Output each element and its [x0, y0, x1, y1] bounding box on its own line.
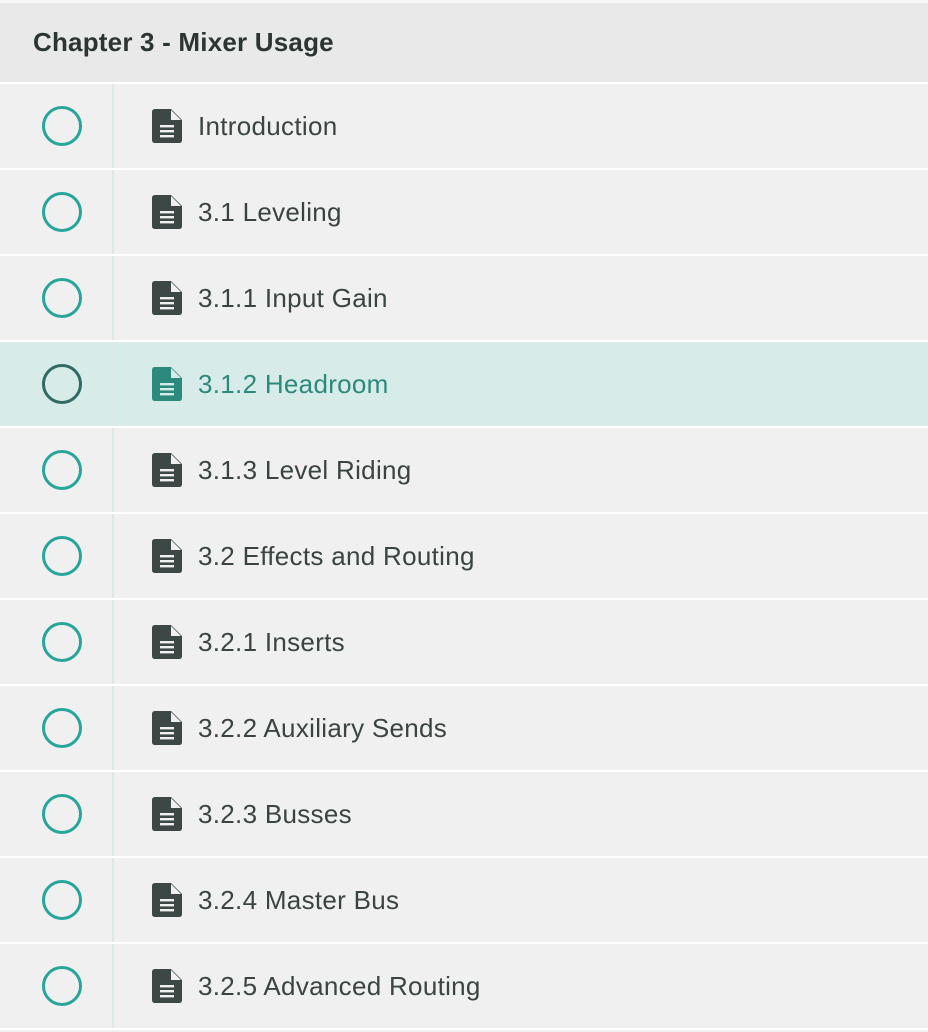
completion-toggle[interactable]: [42, 794, 82, 834]
lecture-title: 3.1.2 Headroom: [198, 368, 389, 399]
lecture-link[interactable]: Introduction: [114, 84, 337, 168]
lecture-item-0[interactable]: Introduction: [0, 84, 928, 170]
document-icon: [152, 711, 182, 745]
lecture-title: 3.2.1 Inserts: [198, 626, 345, 657]
lecture-link[interactable]: 3.2.4 Master Bus: [114, 858, 399, 942]
lecture-link[interactable]: 3.1.2 Headroom: [114, 342, 389, 426]
lecture-title: Introduction: [198, 110, 338, 141]
lecture-link[interactable]: 3.2.3 Busses: [114, 772, 352, 856]
completion-toggle[interactable]: [42, 536, 82, 576]
lecture-item-10[interactable]: 3.2.5 Advanced Routing: [0, 944, 928, 1030]
completion-toggle[interactable]: [42, 708, 82, 748]
status-cell: [0, 256, 114, 340]
status-cell: [0, 772, 114, 856]
completion-toggle[interactable]: [42, 450, 82, 490]
lecture-item-4[interactable]: 3.1.3 Level Riding: [0, 428, 928, 514]
lecture-list: Introduction 3.1 Leveling 3.1.1 Input Ga…: [0, 84, 928, 1030]
completion-toggle[interactable]: [42, 106, 82, 146]
status-cell: [0, 514, 114, 598]
status-cell: [0, 944, 114, 1028]
document-icon: [152, 883, 182, 917]
chapter-title: Chapter 3 - Mixer Usage: [33, 27, 334, 57]
completion-toggle[interactable]: [42, 364, 82, 404]
lecture-title: 3.1.3 Level Riding: [198, 454, 412, 485]
document-icon: [152, 625, 182, 659]
completion-toggle[interactable]: [42, 966, 82, 1006]
document-icon: [152, 195, 182, 229]
course-section-panel: Chapter 3 - Mixer Usage Introduction 3.1…: [0, 0, 928, 1032]
document-icon: [152, 969, 182, 1003]
document-icon: [152, 281, 182, 315]
lecture-title: 3.1 Leveling: [198, 196, 342, 227]
lecture-item-7[interactable]: 3.2.2 Auxiliary Sends: [0, 686, 928, 772]
lecture-item-9[interactable]: 3.2.4 Master Bus: [0, 858, 928, 944]
lecture-item-2[interactable]: 3.1.1 Input Gain: [0, 256, 928, 342]
lecture-item-5[interactable]: 3.2 Effects and Routing: [0, 514, 928, 600]
lecture-link[interactable]: 3.1.3 Level Riding: [114, 428, 412, 512]
status-cell: [0, 342, 114, 426]
lecture-item-6[interactable]: 3.2.1 Inserts: [0, 600, 928, 686]
lecture-item-1[interactable]: 3.1 Leveling: [0, 170, 928, 256]
lecture-item-8[interactable]: 3.2.3 Busses: [0, 772, 928, 858]
completion-toggle[interactable]: [42, 622, 82, 662]
lecture-title: 3.2.2 Auxiliary Sends: [198, 712, 448, 743]
lecture-item-3[interactable]: 3.1.2 Headroom: [0, 342, 928, 428]
completion-toggle[interactable]: [42, 192, 82, 232]
document-icon: [152, 453, 182, 487]
lecture-title: 3.2.3 Busses: [198, 798, 352, 829]
status-cell: [0, 84, 114, 168]
lecture-title: 3.1.1 Input Gain: [198, 282, 388, 313]
chapter-header: Chapter 3 - Mixer Usage: [0, 0, 928, 84]
lecture-link[interactable]: 3.2.5 Advanced Routing: [114, 944, 481, 1028]
lecture-title: 3.2.4 Master Bus: [198, 884, 400, 915]
document-icon: [152, 109, 182, 143]
status-cell: [0, 428, 114, 512]
lecture-link[interactable]: 3.2.1 Inserts: [114, 600, 345, 684]
lecture-title: 3.2.5 Advanced Routing: [198, 970, 481, 1001]
status-cell: [0, 600, 114, 684]
lecture-link[interactable]: 3.1 Leveling: [114, 170, 342, 254]
document-icon: [152, 797, 182, 831]
completion-toggle[interactable]: [42, 880, 82, 920]
lecture-title: 3.2 Effects and Routing: [198, 540, 475, 571]
completion-toggle[interactable]: [42, 278, 82, 318]
status-cell: [0, 170, 114, 254]
document-icon: [152, 367, 182, 401]
document-icon: [152, 539, 182, 573]
status-cell: [0, 686, 114, 770]
status-cell: [0, 858, 114, 942]
lecture-link[interactable]: 3.2.2 Auxiliary Sends: [114, 686, 447, 770]
lecture-link[interactable]: 3.2 Effects and Routing: [114, 514, 475, 598]
lecture-link[interactable]: 3.1.1 Input Gain: [114, 256, 388, 340]
